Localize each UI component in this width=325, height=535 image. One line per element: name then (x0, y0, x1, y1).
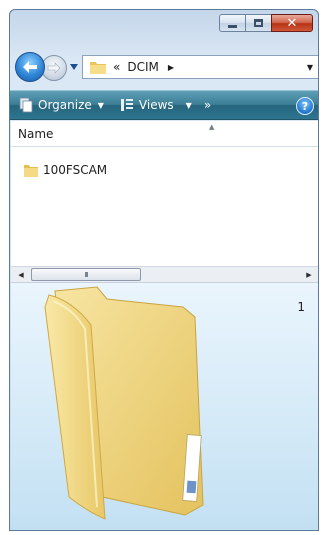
scrollbar-thumb[interactable]: III (31, 268, 141, 281)
back-arrow-icon (23, 61, 37, 73)
organize-label: Organize (38, 98, 92, 112)
overflow-chevrons[interactable]: « (113, 60, 120, 74)
more-commands-button[interactable]: » (198, 91, 217, 119)
list-item-label: 100FSCAM (43, 163, 108, 177)
views-icon (120, 99, 133, 111)
large-folder-icon (44, 286, 204, 520)
organize-button[interactable]: Organize ▼ (10, 91, 110, 119)
views-button[interactable]: Views ▼ (110, 91, 198, 119)
folder-icon (90, 62, 106, 74)
maximize-button[interactable] (245, 14, 271, 32)
back-button[interactable] (15, 52, 45, 82)
maximize-icon (254, 19, 263, 27)
minimize-icon (228, 24, 237, 28)
help-icon: ? (301, 99, 309, 113)
scroll-left-icon[interactable]: ◀ (13, 267, 29, 282)
close-icon: ✕ (286, 15, 298, 31)
organize-icon (19, 97, 33, 113)
folder-icon (24, 164, 38, 177)
minimize-button[interactable] (219, 14, 245, 32)
navigation-bar: « DCIM ▶ ▼ (10, 52, 318, 82)
address-bar[interactable]: « DCIM ▶ ▼ (82, 55, 318, 79)
caption-buttons: ✕ (219, 14, 313, 32)
views-dropdown-icon: ▼ (185, 100, 192, 110)
file-list-pane[interactable]: Name ▲ 100FSCAM (11, 121, 318, 279)
list-item[interactable]: 100FSCAM (23, 161, 107, 179)
scrollbar-grip: III (84, 270, 88, 279)
more-chevrons: » (203, 98, 212, 112)
preview-pane: 1 (11, 283, 318, 530)
chevron-down-icon (70, 64, 78, 70)
sort-ascending-icon: ▲ (209, 123, 215, 131)
horizontal-scrollbar[interactable]: ◀ III ▶ (11, 266, 318, 283)
breadcrumb-arrow-icon[interactable]: ▶ (168, 63, 174, 72)
name-column-header[interactable]: Name (18, 127, 53, 141)
organize-dropdown-icon: ▼ (97, 100, 104, 110)
column-header: Name ▲ (11, 121, 318, 147)
command-bar: Organize ▼ Views ▼ » ? (10, 90, 318, 120)
breadcrumb-dcim[interactable]: DCIM (127, 60, 159, 74)
recent-pages-button[interactable] (69, 61, 79, 73)
scroll-right-icon[interactable]: ▶ (301, 267, 317, 282)
help-button[interactable]: ? (296, 97, 314, 115)
close-button[interactable]: ✕ (271, 14, 313, 32)
views-label: Views (138, 98, 174, 112)
item-count: 1 (297, 300, 305, 314)
explorer-window: ✕ « DCIM ▶ ▼ Organize ▼ Views ▼ » ? Name… (9, 9, 319, 531)
address-dropdown-icon[interactable]: ▼ (307, 63, 313, 72)
forward-arrow-icon (47, 62, 61, 74)
